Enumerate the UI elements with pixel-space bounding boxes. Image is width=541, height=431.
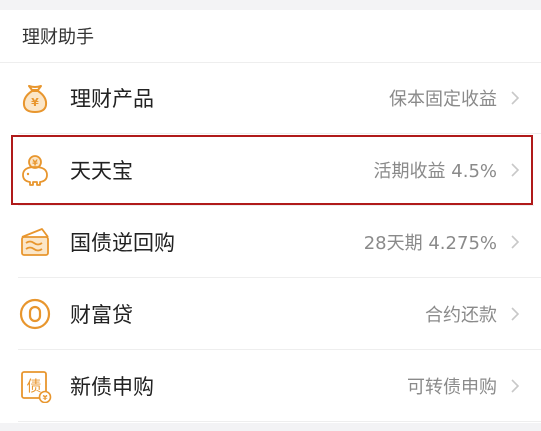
loan-circle-icon [18,297,52,331]
chevron-right-icon [509,305,521,323]
item-title: 理财产品 [70,87,154,111]
top-spacer [0,0,541,10]
svg-text:¥: ¥ [31,96,39,109]
item-subtitle: 28天期 4.275% [363,233,497,254]
svg-text:¥: ¥ [43,394,48,402]
piggy-bank-icon: ¥ [18,153,52,187]
list-item-wealth-loan[interactable]: 财富贷 合约还款 [0,278,541,350]
list-item-new-bond[interactable]: 债 ¥ 新债申购 可转债申购 [0,350,541,422]
item-subtitle: 保本固定收益 [389,89,497,110]
item-subtitle: 合约还款 [425,305,497,326]
chevron-right-icon [509,89,521,107]
item-title: 新债申购 [70,375,154,399]
chevron-right-icon [509,377,521,395]
bond-wave-icon [18,225,52,259]
list-item-treasury-repo[interactable]: 国债逆回购 28天期 4.275% [0,206,541,278]
bottom-spacer [0,423,541,431]
list-item-tiantianbao[interactable]: ¥ 天天宝 活期收益 4.5% [10,134,534,206]
section-header: 理财助手 [0,10,541,62]
item-title: 国债逆回购 [70,231,175,255]
item-title: 财富贷 [70,303,133,327]
bond-badge-icon: 债 ¥ [18,369,52,403]
chevron-right-icon [509,233,521,251]
item-title: 天天宝 [70,159,133,183]
section-title: 理财助手 [22,27,94,48]
item-subtitle: 可转债申购 [407,377,497,398]
list-item-wealth-products[interactable]: ¥ 理财产品 保本固定收益 [0,62,541,134]
assistant-list: ¥ 理财产品 保本固定收益 ¥ 天天宝 活期收益 4.5% 国债逆回购 28天期… [0,62,541,422]
item-subtitle: 活期收益 4.5% [373,161,497,182]
money-bag-icon: ¥ [18,81,52,115]
chevron-right-icon [509,161,521,179]
svg-text:债: 债 [26,377,41,395]
